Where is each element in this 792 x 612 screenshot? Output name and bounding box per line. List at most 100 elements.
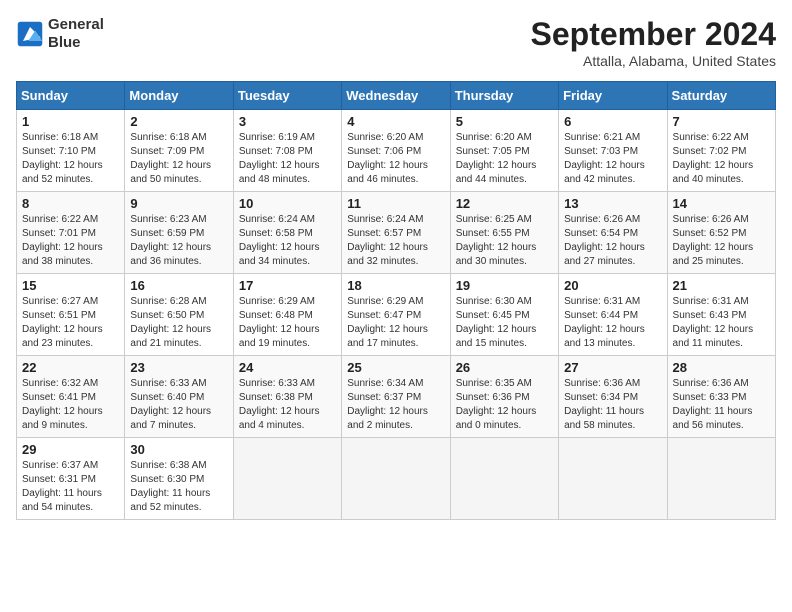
day-info: Sunrise: 6:22 AM Sunset: 7:02 PM Dayligh… [673,131,770,187]
day-info: Sunrise: 6:25 AM Sunset: 6:55 PM Dayligh… [456,213,553,269]
day-number: 30 [130,442,227,457]
day-number: 18 [347,278,444,293]
col-header-monday: Monday [125,82,233,110]
calendar-cell: 24 Sunrise: 6:33 AM Sunset: 6:38 PM Dayl… [233,356,341,438]
day-number: 4 [347,114,444,129]
calendar-cell [559,438,667,520]
day-number: 15 [22,278,119,293]
calendar-cell: 29 Sunrise: 6:37 AM Sunset: 6:31 PM Dayl… [17,438,125,520]
week-row-5: 29 Sunrise: 6:37 AM Sunset: 6:31 PM Dayl… [17,438,776,520]
calendar-cell [450,438,558,520]
week-row-4: 22 Sunrise: 6:32 AM Sunset: 6:41 PM Dayl… [17,356,776,438]
day-number: 25 [347,360,444,375]
day-info: Sunrise: 6:27 AM Sunset: 6:51 PM Dayligh… [22,295,119,351]
day-info: Sunrise: 6:36 AM Sunset: 6:34 PM Dayligh… [564,377,661,433]
day-number: 24 [239,360,336,375]
day-info: Sunrise: 6:26 AM Sunset: 6:54 PM Dayligh… [564,213,661,269]
calendar-cell [667,438,775,520]
calendar-cell: 12 Sunrise: 6:25 AM Sunset: 6:55 PM Dayl… [450,192,558,274]
col-header-friday: Friday [559,82,667,110]
day-number: 17 [239,278,336,293]
header-row: SundayMondayTuesdayWednesdayThursdayFrid… [17,82,776,110]
calendar-cell: 21 Sunrise: 6:31 AM Sunset: 6:43 PM Dayl… [667,274,775,356]
page-header: General Blue September 2024 Attalla, Ala… [16,16,776,69]
calendar-cell: 16 Sunrise: 6:28 AM Sunset: 6:50 PM Dayl… [125,274,233,356]
calendar-table: SundayMondayTuesdayWednesdayThursdayFrid… [16,81,776,520]
day-number: 9 [130,196,227,211]
day-number: 19 [456,278,553,293]
week-row-3: 15 Sunrise: 6:27 AM Sunset: 6:51 PM Dayl… [17,274,776,356]
day-info: Sunrise: 6:35 AM Sunset: 6:36 PM Dayligh… [456,377,553,433]
calendar-cell: 15 Sunrise: 6:27 AM Sunset: 6:51 PM Dayl… [17,274,125,356]
calendar-cell: 8 Sunrise: 6:22 AM Sunset: 7:01 PM Dayli… [17,192,125,274]
day-info: Sunrise: 6:18 AM Sunset: 7:09 PM Dayligh… [130,131,227,187]
logo-icon [16,20,44,48]
day-number: 3 [239,114,336,129]
day-info: Sunrise: 6:36 AM Sunset: 6:33 PM Dayligh… [673,377,770,433]
calendar-cell: 6 Sunrise: 6:21 AM Sunset: 7:03 PM Dayli… [559,110,667,192]
calendar-cell: 10 Sunrise: 6:24 AM Sunset: 6:58 PM Dayl… [233,192,341,274]
day-info: Sunrise: 6:19 AM Sunset: 7:08 PM Dayligh… [239,131,336,187]
day-number: 22 [22,360,119,375]
calendar-cell: 28 Sunrise: 6:36 AM Sunset: 6:33 PM Dayl… [667,356,775,438]
logo-line2: Blue [48,34,104,52]
calendar-subtitle: Attalla, Alabama, United States [531,53,776,69]
day-number: 21 [673,278,770,293]
title-block: September 2024 Attalla, Alabama, United … [531,16,776,69]
calendar-cell: 14 Sunrise: 6:26 AM Sunset: 6:52 PM Dayl… [667,192,775,274]
calendar-cell: 25 Sunrise: 6:34 AM Sunset: 6:37 PM Dayl… [342,356,450,438]
calendar-cell: 23 Sunrise: 6:33 AM Sunset: 6:40 PM Dayl… [125,356,233,438]
calendar-cell: 18 Sunrise: 6:29 AM Sunset: 6:47 PM Dayl… [342,274,450,356]
day-number: 12 [456,196,553,211]
col-header-tuesday: Tuesday [233,82,341,110]
day-number: 29 [22,442,119,457]
calendar-cell: 9 Sunrise: 6:23 AM Sunset: 6:59 PM Dayli… [125,192,233,274]
day-number: 27 [564,360,661,375]
logo: General Blue [16,16,104,52]
day-info: Sunrise: 6:21 AM Sunset: 7:03 PM Dayligh… [564,131,661,187]
day-number: 13 [564,196,661,211]
calendar-cell: 3 Sunrise: 6:19 AM Sunset: 7:08 PM Dayli… [233,110,341,192]
day-info: Sunrise: 6:29 AM Sunset: 6:47 PM Dayligh… [347,295,444,351]
day-number: 23 [130,360,227,375]
day-info: Sunrise: 6:18 AM Sunset: 7:10 PM Dayligh… [22,131,119,187]
day-number: 14 [673,196,770,211]
day-info: Sunrise: 6:33 AM Sunset: 6:38 PM Dayligh… [239,377,336,433]
calendar-cell: 2 Sunrise: 6:18 AM Sunset: 7:09 PM Dayli… [125,110,233,192]
day-number: 20 [564,278,661,293]
day-info: Sunrise: 6:31 AM Sunset: 6:43 PM Dayligh… [673,295,770,351]
day-number: 7 [673,114,770,129]
calendar-cell: 17 Sunrise: 6:29 AM Sunset: 6:48 PM Dayl… [233,274,341,356]
calendar-cell: 5 Sunrise: 6:20 AM Sunset: 7:05 PM Dayli… [450,110,558,192]
calendar-cell: 27 Sunrise: 6:36 AM Sunset: 6:34 PM Dayl… [559,356,667,438]
day-number: 11 [347,196,444,211]
day-info: Sunrise: 6:31 AM Sunset: 6:44 PM Dayligh… [564,295,661,351]
day-number: 16 [130,278,227,293]
calendar-cell [233,438,341,520]
day-info: Sunrise: 6:29 AM Sunset: 6:48 PM Dayligh… [239,295,336,351]
calendar-cell: 1 Sunrise: 6:18 AM Sunset: 7:10 PM Dayli… [17,110,125,192]
col-header-saturday: Saturday [667,82,775,110]
col-header-thursday: Thursday [450,82,558,110]
day-number: 5 [456,114,553,129]
day-number: 28 [673,360,770,375]
calendar-cell: 4 Sunrise: 6:20 AM Sunset: 7:06 PM Dayli… [342,110,450,192]
calendar-cell: 26 Sunrise: 6:35 AM Sunset: 6:36 PM Dayl… [450,356,558,438]
calendar-cell: 13 Sunrise: 6:26 AM Sunset: 6:54 PM Dayl… [559,192,667,274]
day-info: Sunrise: 6:20 AM Sunset: 7:05 PM Dayligh… [456,131,553,187]
day-info: Sunrise: 6:24 AM Sunset: 6:57 PM Dayligh… [347,213,444,269]
day-info: Sunrise: 6:37 AM Sunset: 6:31 PM Dayligh… [22,459,119,515]
week-row-1: 1 Sunrise: 6:18 AM Sunset: 7:10 PM Dayli… [17,110,776,192]
day-number: 1 [22,114,119,129]
calendar-cell: 30 Sunrise: 6:38 AM Sunset: 6:30 PM Dayl… [125,438,233,520]
day-number: 26 [456,360,553,375]
calendar-cell: 7 Sunrise: 6:22 AM Sunset: 7:02 PM Dayli… [667,110,775,192]
calendar-cell: 20 Sunrise: 6:31 AM Sunset: 6:44 PM Dayl… [559,274,667,356]
calendar-cell: 11 Sunrise: 6:24 AM Sunset: 6:57 PM Dayl… [342,192,450,274]
col-header-sunday: Sunday [17,82,125,110]
day-info: Sunrise: 6:30 AM Sunset: 6:45 PM Dayligh… [456,295,553,351]
day-info: Sunrise: 6:24 AM Sunset: 6:58 PM Dayligh… [239,213,336,269]
calendar-cell: 22 Sunrise: 6:32 AM Sunset: 6:41 PM Dayl… [17,356,125,438]
calendar-cell [342,438,450,520]
day-number: 8 [22,196,119,211]
